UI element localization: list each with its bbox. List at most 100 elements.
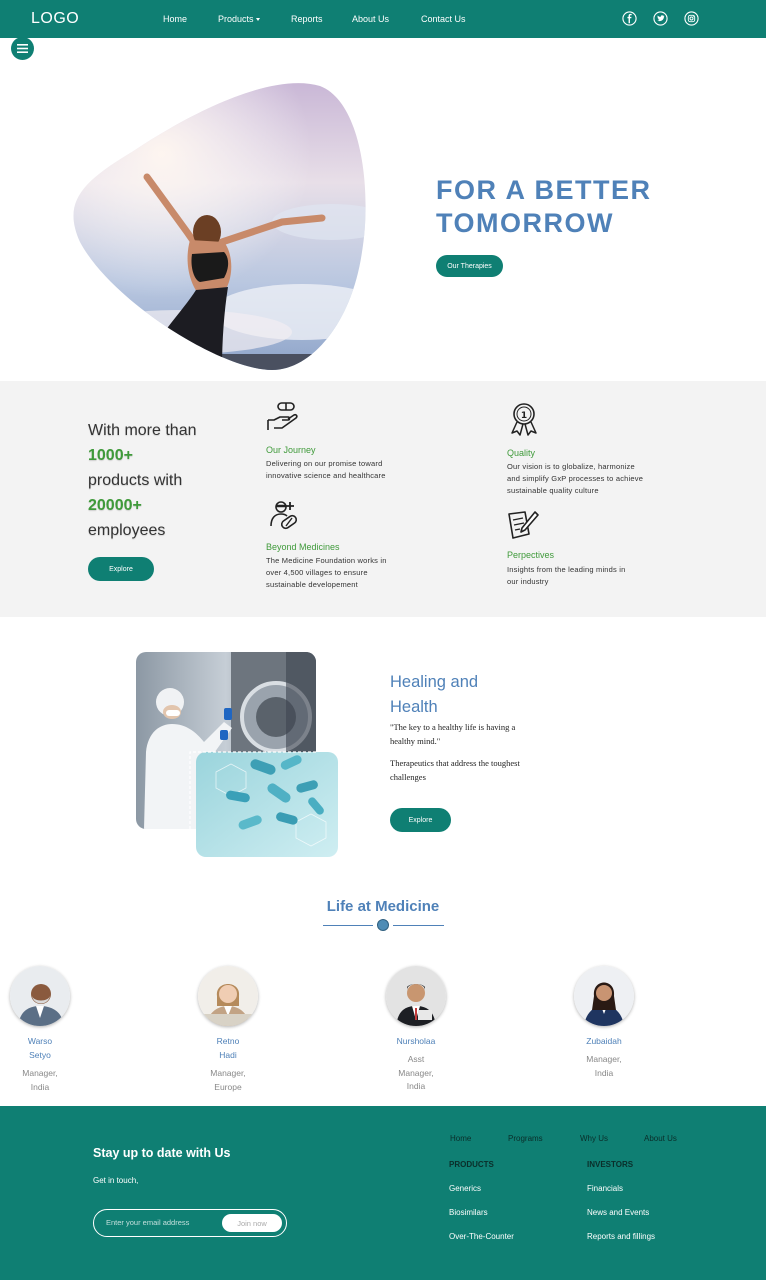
feature-desc-line: and simplify GxP processes to achieve (507, 474, 644, 483)
award-icon: 1 (511, 403, 537, 436)
menu-toggle-button[interactable] (11, 37, 34, 60)
twitter-icon[interactable] (653, 11, 668, 26)
svg-text:1: 1 (521, 411, 527, 421)
healing-quote: "The key to a healthy life is having a h… (390, 721, 540, 748)
top-navbar: LOGO Home Products Reports About Us Cont… (0, 0, 766, 38)
feature-title-beyond-medicines: Beyond Medicines (266, 542, 340, 552)
image-dashed-frame (189, 751, 318, 854)
nav-about-us[interactable]: About Us (352, 14, 389, 24)
footer-nav-why-us[interactable]: Why Us (580, 1134, 608, 1143)
healing-title: Healing and Health (390, 670, 478, 720)
stats-line-3: employees (88, 522, 166, 539)
healing-title-line-2: Health (390, 698, 438, 716)
stats-explore-button[interactable]: Explore (88, 557, 154, 581)
nav-products-label: Products (218, 14, 254, 24)
person-role-line: Manager, (210, 1068, 246, 1078)
feature-desc-line: Our vision is to globalize, harmonize (507, 462, 635, 471)
person-role-retno-hadi: Manager, Europe (198, 1067, 258, 1094)
person-name-line: Retno (216, 1036, 240, 1046)
footer-subtitle: Get in touch, (93, 1176, 139, 1185)
footer-nav-home[interactable]: Home (450, 1134, 471, 1143)
person-name-zubaidah: Zubaidah (586, 1036, 622, 1046)
employees-count: 20000+ (88, 497, 142, 514)
nav-products[interactable]: Products (218, 14, 260, 24)
stats-line-2: products with (88, 472, 183, 489)
healing-title-line-1: Healing and (390, 673, 479, 691)
feature-desc-perpectives: Insights from the leading minds in our i… (507, 564, 677, 588)
footer (0, 1106, 766, 1280)
footer-link-generics[interactable]: Generics (449, 1184, 481, 1193)
person-role-line: Europe (214, 1081, 242, 1092)
feature-desc-line: The Medicine Foundation works in (266, 556, 387, 565)
feature-desc-beyond-medicines: The Medicine Foundation works in over 4,… (266, 555, 436, 591)
person-role-line: Manager, (398, 1067, 434, 1078)
person-name-line: Warso (27, 1036, 53, 1046)
nav-contact-us[interactable]: Contact Us (421, 14, 466, 24)
subscribe-form: Join now (93, 1209, 287, 1237)
feature-desc-line: Delivering on our promise toward (266, 459, 383, 468)
feature-desc-line: our industry (507, 577, 549, 586)
person-role-line: Asst (407, 1054, 425, 1064)
feature-desc-our-journey: Delivering on our promise toward innovat… (266, 458, 436, 482)
feature-desc-line: sustainable quality culture (507, 486, 599, 495)
stats-summary: With more than 1000+ products with 20000… (88, 418, 248, 543)
facebook-icon[interactable] (622, 11, 637, 26)
chevron-down-icon (255, 18, 260, 22)
avatar-retno-hadi (198, 966, 258, 1026)
hero-title: FOR A BETTER TOMORROW (436, 174, 756, 240)
hero-title-line-1: FOR A BETTER (436, 175, 652, 205)
life-section-title: Life at Medicine (326, 898, 440, 915)
feature-title-quality: Quality (507, 448, 536, 458)
footer-link-biosimilars[interactable]: Biosimilars (449, 1208, 488, 1217)
instagram-icon[interactable] (684, 11, 699, 26)
footer-products-heading: PRODUCTS (449, 1160, 494, 1169)
avatar-zubaidah (574, 966, 634, 1026)
person-name-retno-hadi: Retno Hadi (198, 1035, 258, 1062)
footer-nav-about-us[interactable]: About Us (644, 1134, 677, 1143)
title-underline-left (323, 925, 373, 926)
avatar-warso-setyo (10, 966, 70, 1026)
healing-quote-line-2: healthy mind." (390, 735, 441, 746)
document-pen-icon (508, 511, 539, 539)
feature-desc-quality: Our vision is to globalize, harmonize an… (507, 461, 687, 497)
hero-title-line-2: TOMORROW (436, 208, 614, 238)
person-name-nursholaa: Nursholaa (396, 1036, 436, 1046)
healing-subtext-line-1: Therapeutics that address the toughest (390, 758, 520, 768)
footer-link-reports-fillings[interactable]: Reports and fillings (587, 1232, 655, 1241)
feature-desc-line: innovative science and healthcare (266, 471, 386, 480)
person-role-zubaidah: Manager, India (574, 1053, 634, 1080)
hamburger-icon (17, 44, 28, 53)
join-now-button[interactable]: Join now (222, 1214, 282, 1232)
feature-desc-line: over 4,500 villages to ensure (266, 568, 368, 577)
nav-reports[interactable]: Reports (291, 14, 323, 24)
email-input[interactable] (106, 1218, 216, 1227)
person-role-line: India (594, 1067, 614, 1078)
nav-home[interactable]: Home (163, 14, 187, 24)
person-name-line: Hadi (219, 1049, 237, 1060)
healing-subtext-line-2: challenges (390, 771, 426, 782)
healing-quote-line-1: "The key to a healthy life is having a (390, 722, 516, 732)
person-role-warso-setyo: Manager, India (10, 1067, 70, 1094)
feature-desc-line: sustainable developement (266, 580, 358, 589)
person-role-nursholaa: Asst Manager, India (386, 1053, 446, 1094)
title-divider-dot (377, 919, 389, 931)
footer-link-over-the-counter[interactable]: Over-The-Counter (449, 1232, 514, 1241)
logo[interactable]: LOGO (31, 10, 79, 28)
person-role-line: India (30, 1081, 50, 1092)
footer-link-news-events[interactable]: News and Events (587, 1208, 649, 1217)
healing-explore-button[interactable]: Explore (390, 808, 451, 832)
person-role-line: Manager, (586, 1054, 622, 1064)
footer-title: Stay up to date with Us (93, 1146, 231, 1160)
person-role-line: India (406, 1081, 426, 1091)
hero-image (73, 83, 366, 370)
footer-link-financials[interactable]: Financials (587, 1184, 623, 1193)
stats-line-1: With more than (88, 422, 197, 439)
hand-pill-icon (267, 402, 298, 430)
person-name-line: Setyo (29, 1049, 51, 1060)
feature-desc-line: Insights from the leading minds in (507, 565, 626, 574)
footer-nav-programs[interactable]: Programs (508, 1134, 543, 1143)
healing-subtext: Therapeutics that address the toughest c… (390, 757, 540, 784)
our-therapies-button[interactable]: Our Therapies (436, 255, 503, 277)
doctor-pill-icon (270, 501, 298, 530)
person-role-line: Manager, (22, 1068, 58, 1078)
